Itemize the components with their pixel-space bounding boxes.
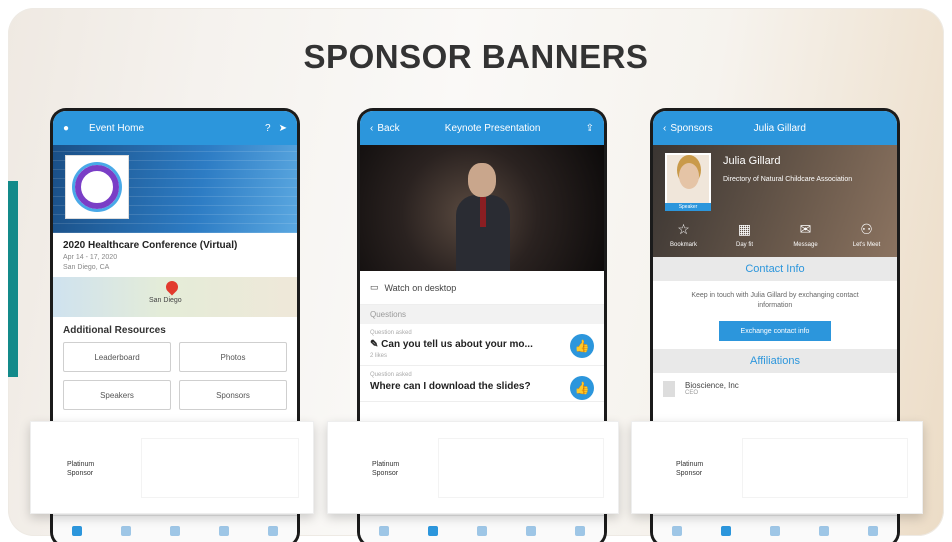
tab-home[interactable] (72, 525, 83, 536)
map-label: San Diego (149, 297, 182, 304)
company-logo (663, 381, 675, 397)
question-meta: Question asked (370, 372, 412, 378)
sponsors-button[interactable]: Sponsors (179, 380, 287, 410)
tab-bar (360, 515, 604, 542)
back-chevron-icon[interactable]: ‹ (663, 123, 666, 134)
event-location: San Diego, CA (63, 264, 110, 271)
tab-attendees[interactable] (769, 525, 780, 536)
speaker-video-figure (456, 163, 510, 271)
tab-connect[interactable] (218, 525, 229, 536)
resources-grid: Leaderboard Photos Speakers Sponsors (53, 342, 297, 410)
tab-more[interactable] (267, 525, 278, 536)
share-icon[interactable]: ➤ (279, 123, 287, 134)
pin-icon: ✎ (370, 339, 382, 350)
sponsor-label: Platinum Sponsor (67, 461, 95, 477)
watch-on-desktop-link[interactable]: Watch on desktop (385, 283, 457, 293)
share-icon[interactable]: ⇪ (586, 123, 594, 134)
exchange-contact-button[interactable]: Exchange contact info (719, 321, 831, 341)
calendar-icon: ▦ (737, 221, 752, 237)
appbar: ‹ Back Keynote Presentation ⇪ (360, 111, 604, 145)
questions-header: Questions (360, 305, 604, 324)
affiliation-sub: CEO (685, 390, 699, 396)
sponsor-banner[interactable]: Platinum Sponsor (30, 421, 314, 514)
tab-agenda[interactable] (721, 525, 732, 536)
map[interactable]: San Diego (53, 277, 297, 317)
monitor-icon: ▭ (370, 282, 379, 292)
avatar (665, 153, 711, 205)
photos-button[interactable]: Photos (179, 342, 287, 372)
profile-name: Julia Gillard (723, 155, 781, 167)
appbar-title: Event Home (89, 122, 145, 134)
leaderboard-button[interactable]: Leaderboard (63, 342, 171, 372)
lets-meet-action[interactable]: ⚇ Let's Meet (842, 221, 892, 248)
contact-info-title: Contact Info (653, 257, 897, 281)
tab-connect[interactable] (818, 525, 829, 536)
bookmark-action[interactable]: ☆ Bookmark (659, 221, 709, 248)
back-chevron-icon[interactable]: ‹ (370, 123, 373, 134)
event-dates: Apr 14 - 17, 2020 (63, 254, 118, 261)
question-meta: Question asked (370, 330, 412, 336)
tab-agenda[interactable] (121, 525, 132, 536)
thumbs-up-icon[interactable]: 👍 (570, 376, 594, 400)
tab-bar (653, 515, 897, 542)
speakers-button[interactable]: Speakers (63, 380, 171, 410)
question-item[interactable]: Question asked Where can I download the … (360, 366, 604, 402)
sponsor-banner[interactable]: Platinum Sponsor (327, 421, 619, 514)
pin-icon (163, 278, 181, 296)
help-icon[interactable]: ? (265, 123, 271, 134)
sponsor-logo-slot (141, 438, 299, 498)
video-player[interactable] (360, 145, 604, 271)
mail-icon: ✉ (799, 221, 812, 237)
tab-more[interactable] (867, 525, 878, 536)
event-logo (65, 155, 129, 219)
tab-bar (53, 515, 297, 542)
question-item[interactable]: Question asked ✎ Can you tell us about y… (360, 324, 604, 366)
affiliation-item[interactable]: Bioscience, Inc CEO (653, 373, 897, 405)
tab-home[interactable] (672, 525, 683, 536)
sponsor-label: Platinum Sponsor (372, 461, 400, 477)
affiliation-name: Bioscience, Inc (685, 381, 739, 390)
contact-info-text: Keep in touch with Julia Gillard by exch… (691, 292, 859, 309)
appbar-title: Julia Gillard (753, 122, 806, 134)
question-text: Where can I download the slides? (370, 381, 531, 392)
meet-icon: ⚇ (860, 221, 873, 237)
affiliations-title: Affiliations (653, 349, 897, 373)
profile-header: Speaker Julia Gillard Directory of Natur… (653, 145, 897, 257)
sponsor-label: Platinum Sponsor (676, 461, 704, 477)
speaker-tag: Speaker (665, 203, 711, 211)
sponsor-banner[interactable]: Platinum Sponsor (631, 421, 923, 514)
profile-actions: ☆ Bookmark ▦ Day fit ✉ Message ⚇ Let's Meet (653, 221, 897, 248)
question-text: Can you tell us about your mo... (381, 339, 533, 350)
tab-agenda[interactable] (428, 525, 439, 536)
back-button[interactable]: Back (377, 123, 399, 134)
page-title: SPONSOR BANNERS (303, 38, 649, 75)
teal-accent-bar (8, 181, 18, 377)
tab-attendees[interactable] (169, 525, 180, 536)
tab-home[interactable] (379, 525, 390, 536)
question-footer: 2 likes (370, 353, 388, 359)
resources-title: Additional Resources (63, 325, 166, 336)
appbar-title: Keynote Presentation (444, 122, 541, 134)
day-fit-action[interactable]: ▦ Day fit (720, 221, 770, 248)
message-action[interactable]: ✉ Message (781, 221, 831, 248)
tab-connect[interactable] (525, 525, 536, 536)
appbar: ● Event Home ? ➤ (53, 111, 297, 145)
tab-more[interactable] (574, 525, 585, 536)
back-button[interactable]: Sponsors (670, 123, 712, 134)
tab-attendees[interactable] (476, 525, 487, 536)
sponsor-logo-slot (438, 438, 604, 498)
event-title: 2020 Healthcare Conference (Virtual) (63, 240, 238, 251)
profile-role: Directory of Natural Childcare Associati… (723, 176, 853, 183)
star-icon: ☆ (677, 221, 690, 237)
thumbs-up-icon[interactable]: 👍 (570, 334, 594, 358)
appbar: ‹ Sponsors Julia Gillard (653, 111, 897, 145)
event-banner (53, 145, 297, 233)
sponsor-logo-slot (742, 438, 908, 498)
